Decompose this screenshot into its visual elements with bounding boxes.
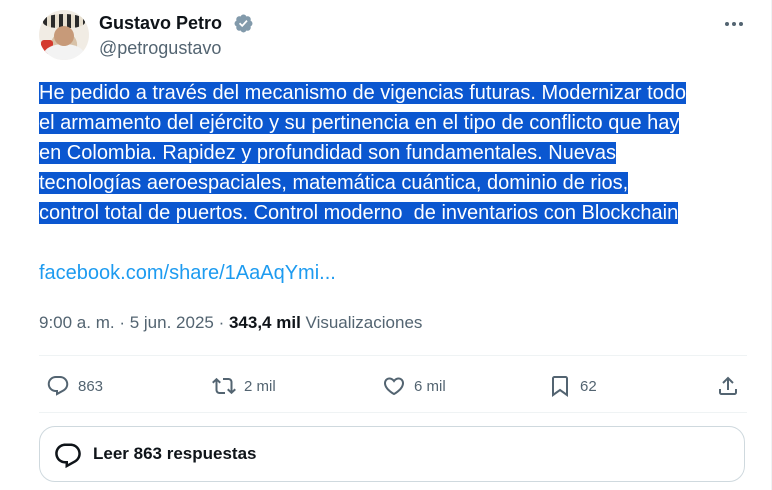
divider: [39, 412, 747, 413]
tweet-line: He pedido a través del mecanismo de vige…: [39, 78, 759, 108]
verified-badge-icon: [234, 14, 253, 33]
tweet-meta: 9:00 a. m. · 5 jun. 2025 · 343,4 mil Vis…: [39, 313, 423, 332]
tweet-line: en Colombia. Rapidez y profundidad son f…: [39, 138, 759, 168]
like-button[interactable]: 6 mil: [382, 373, 446, 399]
bookmark-icon: [552, 376, 568, 397]
tweet-line-text: tecnologías aeroespaciales, matemática c…: [39, 172, 629, 194]
bookmark-count: 62: [580, 377, 597, 395]
tweet-line: tecnologías aeroespaciales, matemática c…: [39, 168, 759, 198]
tweet-line-text: en Colombia. Rapidez y profundidad son f…: [39, 142, 617, 164]
repost-button[interactable]: 2 mil: [212, 373, 276, 399]
divider: [39, 355, 747, 356]
repost-icon: [212, 377, 236, 395]
tweet-line-text: el armamento del ejército y su pertinenc…: [39, 112, 680, 134]
more-icon[interactable]: [722, 12, 746, 36]
avatar-face: [54, 26, 74, 46]
reply-count: 863: [78, 377, 104, 395]
repost-count: 2 mil: [244, 377, 276, 395]
tweet-line: el armamento del ejército y su pertinenc…: [39, 108, 759, 138]
tweet-line-text: He pedido a través del mecanismo de vige…: [39, 82, 687, 104]
views-label: Visualizaciones: [305, 313, 423, 332]
bookmark-button[interactable]: 62: [548, 373, 597, 399]
reply-button[interactable]: 863: [46, 373, 103, 399]
reply-icon: [47, 376, 69, 396]
tweet-link[interactable]: facebook.com/share/1AaAqYmi...: [39, 259, 336, 287]
tweet-line-text: control total de puertos. Control modern…: [39, 202, 679, 224]
read-replies-button[interactable]: Leer 863 respuestas: [39, 426, 745, 482]
share-button[interactable]: [716, 373, 748, 399]
like-icon: [383, 377, 405, 396]
author-handle[interactable]: @petrogustavo: [99, 36, 221, 60]
avatar[interactable]: [39, 10, 89, 60]
like-count: 6 mil: [414, 377, 446, 395]
tweet-text: He pedido a través del mecanismo de vige…: [39, 78, 759, 228]
tweet-line: control total de puertos. Control modern…: [39, 198, 759, 228]
read-replies-label: Leer 863 respuestas: [93, 444, 257, 463]
tweet-time[interactable]: 9:00 a. m.: [39, 313, 115, 332]
avatar-shirt: [44, 44, 84, 60]
tweet-date[interactable]: 5 jun. 2025: [130, 313, 214, 332]
author-name[interactable]: Gustavo Petro: [99, 11, 222, 35]
views-count: 343,4 mil: [228, 313, 301, 332]
speech-bubble-icon: [55, 443, 81, 469]
share-icon: [719, 376, 737, 395]
